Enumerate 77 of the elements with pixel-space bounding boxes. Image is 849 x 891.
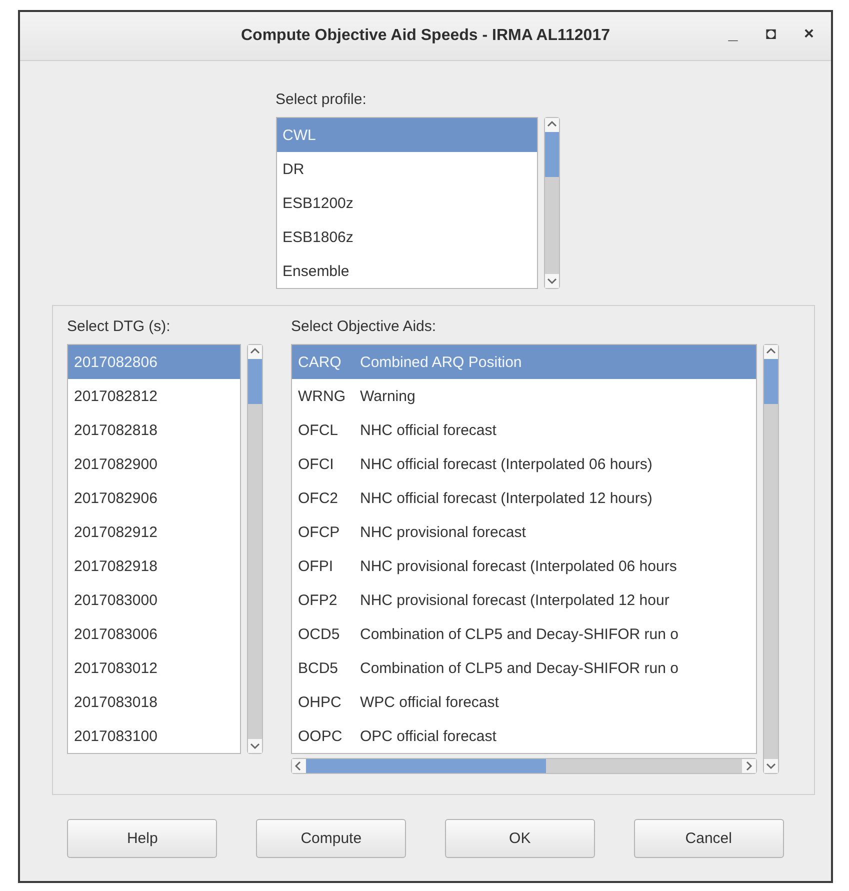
list-label: Select profile:	[276, 91, 368, 108]
aid-description: NHC official forecast	[360, 422, 496, 438]
list-label: Select Objective Aids:	[291, 318, 438, 335]
scroll-thumb[interactable]	[764, 359, 778, 404]
list-item[interactable]: 2017082906	[68, 481, 240, 515]
list-item[interactable]: Ensemble	[276, 254, 536, 288]
scroll-down-icon[interactable]	[764, 759, 778, 773]
list-item[interactable]: OFCP NHC provisional forecast	[292, 515, 756, 549]
horizontal-scrollbar[interactable]	[291, 758, 757, 774]
aid-code: OFCI	[298, 456, 335, 472]
aid-code: OOPC	[298, 728, 344, 744]
list-item[interactable]: 2017083006	[68, 617, 240, 651]
vertical-scrollbar[interactable]	[544, 117, 560, 289]
dialog-button[interactable]: Help	[67, 819, 218, 858]
list-item[interactable]: BCD5 Combination of CLP5 and Decay-SHIFOR run o	[292, 651, 756, 685]
list-item[interactable]: DR	[276, 152, 536, 186]
maximize-button[interactable]: ◘	[763, 24, 779, 44]
aid-code: OFPI	[298, 558, 334, 574]
list-item[interactable]: OCD5 Combination of CLP5 and Decay-SHIFOR run o	[292, 617, 756, 651]
aid-code: OCD5	[298, 626, 341, 642]
scroll-thumb[interactable]	[306, 759, 546, 773]
aid-description: Warning	[360, 388, 416, 404]
scroll-thumb[interactable]	[248, 359, 262, 404]
dialog-button[interactable]: Compute	[256, 819, 406, 858]
vertical-scrollbar[interactable]	[247, 344, 263, 754]
list-item[interactable]: 2017083012	[68, 651, 240, 685]
aid-code: OHPC	[298, 694, 342, 710]
scroll-down-icon[interactable]	[248, 739, 262, 753]
list-item[interactable]: 2017082812	[68, 379, 240, 413]
list-item[interactable]: ESB1200z	[276, 186, 536, 220]
list-item[interactable]: OHPC WPC official forecast	[292, 685, 756, 719]
aid-code: OFCP	[298, 524, 341, 540]
dialog-button[interactable]: Cancel	[634, 819, 784, 858]
list-item[interactable]: 2017083100	[68, 719, 240, 753]
aid-code: OFC2	[298, 490, 340, 506]
aid-description: NHC provisional forecast (Interpolated 12 hour	[360, 592, 670, 608]
aid-description: NHC provisional forecast (Interpolated 06 hours	[360, 558, 677, 574]
scroll-up-icon[interactable]	[544, 118, 558, 132]
aid-code: BCD5	[298, 660, 340, 676]
aid-description: NHC official forecast (Interpolated 12 hours)	[360, 490, 652, 506]
aid-code: CARQ	[298, 354, 342, 370]
scroll-right-icon[interactable]	[742, 759, 756, 773]
list-item[interactable]: 2017083018	[68, 685, 240, 719]
aid-code: OFP2	[298, 592, 338, 608]
aid-description: Combined ARQ Position	[360, 354, 522, 370]
dialog-button[interactable]: OK	[444, 819, 595, 858]
list-item[interactable]: 2017082900	[68, 447, 240, 481]
list-item[interactable]: 2017082912	[68, 515, 240, 549]
aid-description: WPC official forecast	[360, 694, 499, 710]
list-item[interactable]: 2017082918	[68, 549, 240, 583]
scroll-left-icon[interactable]	[292, 759, 306, 773]
aid-code: OFCL	[298, 422, 340, 438]
list-item[interactable]: 2017082818	[68, 413, 240, 447]
aid-description: Combination of CLP5 and Decay-SHIFOR run o	[360, 660, 678, 676]
list-item[interactable]: OOPC OPC official forecast	[292, 719, 756, 753]
list-item[interactable]: WRNG Warning	[292, 379, 756, 413]
list-item[interactable]: ESB1806z	[276, 220, 536, 254]
minimize-button[interactable]: _	[725, 24, 741, 44]
list-item[interactable]: OFCI NHC official forecast (Interpolated 06 hours)	[292, 447, 756, 481]
list-item[interactable]: OFPI NHC provisional forecast (Interpolated 06 hours	[292, 549, 756, 583]
list-item[interactable]: 2017083000	[68, 583, 240, 617]
scroll-up-icon[interactable]	[248, 345, 262, 359]
scroll-down-icon[interactable]	[544, 274, 558, 288]
aid-description: NHC official forecast (Interpolated 06 hours)	[360, 456, 652, 472]
scroll-thumb[interactable]	[544, 132, 558, 177]
close-button[interactable]: ×	[801, 24, 817, 44]
list-item[interactable]: OFC2 NHC official forecast (Interpolated 12 hours)	[292, 481, 756, 515]
aid-code: WRNG	[298, 388, 346, 404]
vertical-scrollbar[interactable]	[763, 344, 779, 774]
scroll-up-icon[interactable]	[764, 345, 778, 359]
list-label: Select DTG (s):	[67, 318, 172, 335]
aid-description: NHC provisional forecast	[360, 524, 526, 540]
window-title: Compute Objective Aid Speeds - IRMA AL112017	[241, 27, 610, 45]
aid-description: Combination of CLP5 and Decay-SHIFOR run o	[360, 626, 678, 642]
aid-description: OPC official forecast	[360, 728, 496, 744]
list-item[interactable]: OFCL NHC official forecast	[292, 413, 756, 447]
list-item[interactable]: OFP2 NHC provisional forecast (Interpolated 12 hour	[292, 583, 756, 617]
